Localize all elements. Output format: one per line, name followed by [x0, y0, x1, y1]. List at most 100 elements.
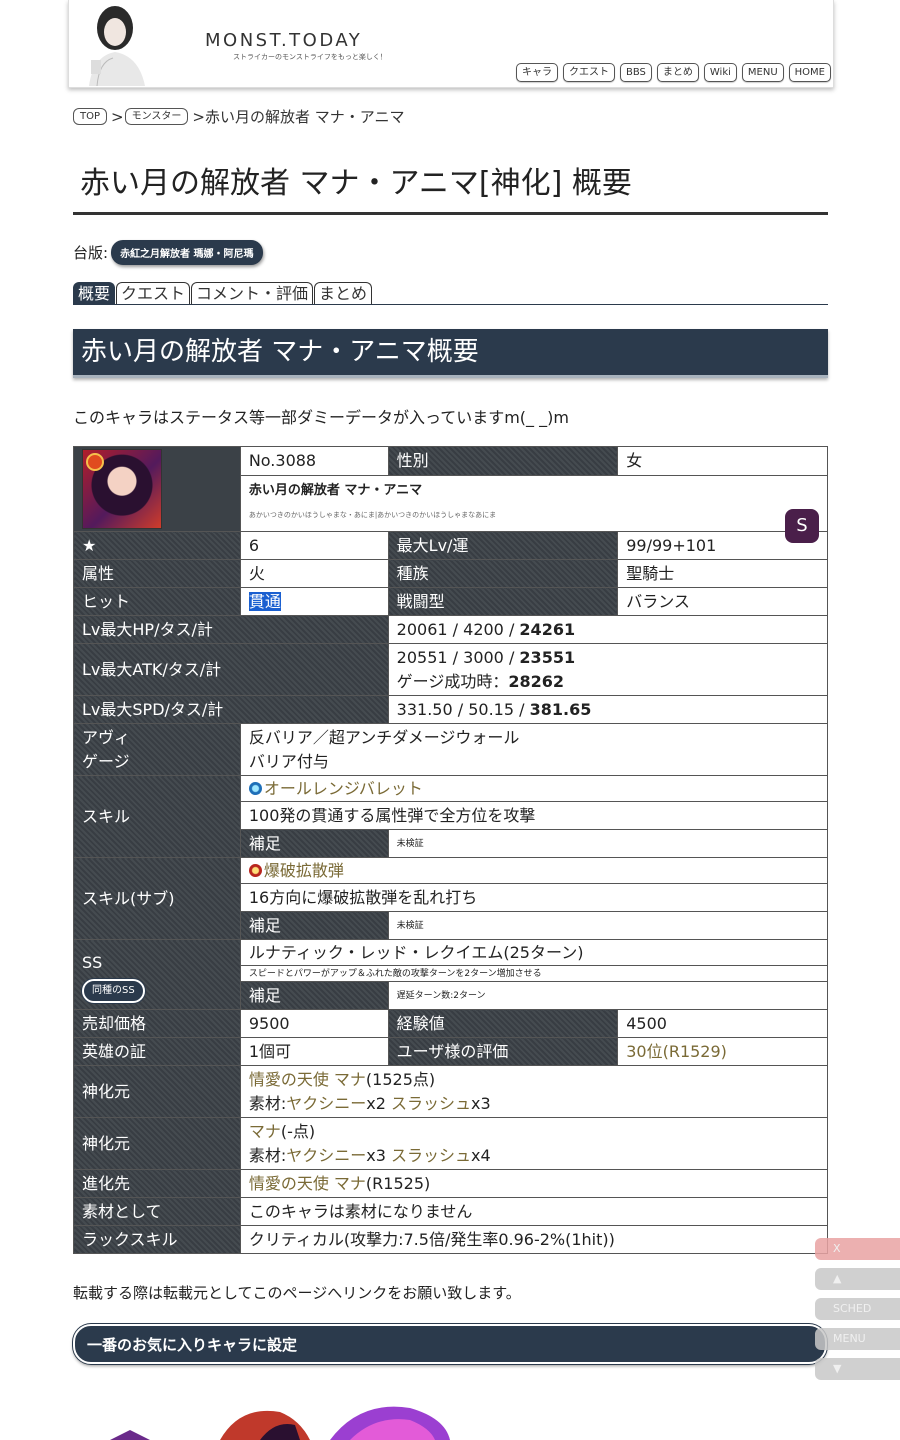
tribe-label: 種族	[387, 559, 619, 588]
site-tagline: ストライカーのモンストライフをもっと楽しく！	[233, 53, 387, 61]
evolve-rating: (R1525)	[365, 1173, 431, 1193]
character-portrait[interactable]	[82, 449, 162, 529]
evolve-cell: 情愛の天使 マナ(R1525)	[239, 1169, 829, 1198]
set-favorite-button[interactable]: 一番のお気に入りキャラに設定	[73, 1324, 827, 1364]
origin1-material2-link[interactable]: スラッシュ	[391, 1094, 471, 1113]
repost-notice: 転載する際は転載元としてこのページへリンクをお願い致します。	[73, 1284, 521, 1302]
ss-supp-label: 補足	[239, 981, 389, 1010]
breadcrumb: TOP > モンスター >赤い月の解放者 マナ・アニマ	[73, 106, 404, 127]
site-logo[interactable]: MONST.TODAY	[205, 30, 362, 51]
side-sched-button[interactable]: SCHED	[815, 1298, 900, 1320]
nav-bbs-button[interactable]: BBS	[619, 63, 652, 82]
subskill-supp-value: 未検証	[387, 911, 829, 940]
origin2-name-link[interactable]: マナ	[249, 1122, 281, 1141]
tab-overview[interactable]: 概要	[73, 282, 116, 304]
char-image-cell	[73, 446, 241, 532]
title-divider	[73, 212, 828, 215]
nav-chara-button[interactable]: キャラ	[515, 63, 558, 82]
char-number: No.3088	[239, 446, 389, 476]
section-heading: 赤い月の解放者 マナ・アニマ概要	[73, 329, 828, 378]
rank-badge: S	[785, 508, 819, 543]
same-ss-button[interactable]: 同種のSS	[82, 978, 145, 1003]
nav-menu-button[interactable]: MENU	[741, 63, 784, 82]
atk-value-cell: 20551 / 3000 / 23551 ゲージ成功時：28262	[387, 643, 829, 696]
hero-label: 英雄の証	[73, 1037, 241, 1066]
spd-base: 331.50 / 50.15 /	[396, 699, 530, 719]
subskill-type-icon	[248, 863, 262, 877]
origin2-material2-link[interactable]: スラッシュ	[391, 1146, 471, 1165]
star-label: ★	[73, 531, 241, 560]
ability-label-1: アヴィ	[82, 727, 131, 747]
exp-value: 4500	[617, 1009, 828, 1038]
material-label: 素材として	[73, 1197, 241, 1226]
nav-home-button[interactable]: HOME	[788, 63, 831, 82]
battle-type-value: バランス	[617, 587, 828, 616]
side-close-button[interactable]: X	[815, 1238, 900, 1260]
atk-gauge-value: 28262	[508, 671, 565, 691]
character-art-preview	[110, 1406, 450, 1440]
subskill-supp-label: 補足	[239, 911, 389, 940]
gender-label: 性別	[387, 446, 619, 476]
ability-label-cell: アヴィ ゲージ	[73, 723, 241, 776]
evolve-name-link[interactable]: 情愛の天使 マナ	[249, 1174, 366, 1193]
evolve-label: 進化先	[73, 1169, 241, 1198]
side-scroll-up-button[interactable]: ▲	[815, 1268, 900, 1290]
breadcrumb-monster[interactable]: モンスター	[124, 108, 189, 125]
tab-quest[interactable]: クエスト	[116, 282, 191, 304]
origin1-material2-qty: x3	[471, 1093, 491, 1113]
origin2-material2-qty: x4	[471, 1145, 491, 1165]
tab-summary[interactable]: まとめ	[314, 282, 373, 304]
hp-label: Lv最大HP/タス/計	[73, 615, 389, 644]
nav-wiki-button[interactable]: Wiki	[703, 63, 737, 82]
origin2-cell: マナ(-点) 素材:ヤクシニーx3 スラッシュx4	[239, 1117, 829, 1170]
subskill-name-link[interactable]: 爆破拡散弾	[264, 861, 344, 880]
gender-value: 女	[617, 446, 828, 476]
breadcrumb-separator: >	[111, 107, 124, 126]
character-stats-table: No.3088 性別 女 赤い月の解放者 マナ・アニマ あかいつきのかいほうしゃ…	[73, 446, 829, 1254]
hit-value: 貫通	[248, 591, 281, 611]
maxlv-label: 最大Lv/運	[387, 531, 619, 560]
luck-skill-value: クリティカル(攻撃力:7.5倍/発生率0.96-2%(1hit))	[239, 1225, 829, 1254]
source-row: 台版: 赤紅之月解放者 瑪娜・阿尼瑪	[73, 240, 263, 265]
sell-label: 売却価格	[73, 1009, 241, 1038]
header-nav: キャラ クエスト BBS まとめ Wiki MENU HOME	[515, 63, 831, 82]
skill-name-link[interactable]: オールレンジバレット	[264, 779, 423, 798]
luck-skill-label: ラックスキル	[73, 1225, 241, 1254]
hp-total: 24261	[519, 619, 576, 639]
tab-comments[interactable]: コメント・評価	[191, 282, 314, 304]
ss-label-cell: SS 同種のSS	[73, 939, 241, 1010]
rating-value-cell: 30位(R1529)	[617, 1037, 828, 1066]
star-value: 6	[239, 531, 389, 560]
origin1-points: (1525点)	[365, 1069, 436, 1089]
battle-type-label: 戦闘型	[387, 587, 619, 616]
spd-label: Lv最大SPD/タス/計	[73, 695, 389, 724]
attribute-label: 属性	[73, 559, 241, 588]
page-title: 赤い月の解放者 マナ・アニマ[神化] 概要	[80, 166, 632, 201]
nav-quest-button[interactable]: クエスト	[562, 63, 615, 82]
floating-side-buttons: X ▲ SCHED MENU ▼	[815, 1238, 900, 1388]
rating-label: ユーザ様の評価	[387, 1037, 619, 1066]
spd-value-cell: 331.50 / 50.15 / 381.65	[387, 695, 829, 724]
side-menu-button[interactable]: MENU	[815, 1328, 900, 1350]
origin1-name-link[interactable]: 情愛の天使 マナ	[249, 1070, 366, 1089]
skill-supp-value: 未検証	[387, 829, 829, 858]
spd-total: 381.65	[529, 699, 592, 719]
origin2-material1-link[interactable]: ヤクシニー	[286, 1146, 366, 1165]
origin1-material-label: 素材:	[248, 1093, 287, 1113]
origin1-material1-link[interactable]: ヤクシニー	[286, 1094, 366, 1113]
breadcrumb-top[interactable]: TOP	[73, 108, 108, 125]
material-value: このキャラは素材になりません	[239, 1197, 829, 1226]
ability-1: 反バリア／超アンチダメージウォール	[248, 727, 520, 747]
atk-total: 23551	[519, 647, 576, 667]
rating-link[interactable]: 30位(R1529)	[626, 1042, 727, 1061]
skill-desc: 100発の貫通する属性弾で全方位を攻撃	[239, 801, 829, 830]
side-scroll-down-button[interactable]: ▼	[815, 1358, 900, 1380]
fire-attribute-icon	[86, 453, 104, 471]
hp-value-cell: 20061 / 4200 / 24261	[387, 615, 829, 644]
dummy-data-notice: このキャラはステータス等一部ダミーデータが入っていますm(_ _)m	[73, 408, 569, 427]
source-badge[interactable]: 赤紅之月解放者 瑪娜・阿尼瑪	[111, 240, 263, 265]
ss-supp-value: 遅延ターン数:2ターン	[387, 981, 829, 1010]
ss-desc: スピードとパワーがアップ＆ふれた敵の攻撃ターンを2ターン増加させる	[239, 965, 829, 982]
char-name-cell: 赤い月の解放者 マナ・アニマ あかいつきのかいほうしゃまな・あにま|あかいつきの…	[239, 474, 829, 543]
nav-matome-button[interactable]: まとめ	[656, 63, 699, 82]
